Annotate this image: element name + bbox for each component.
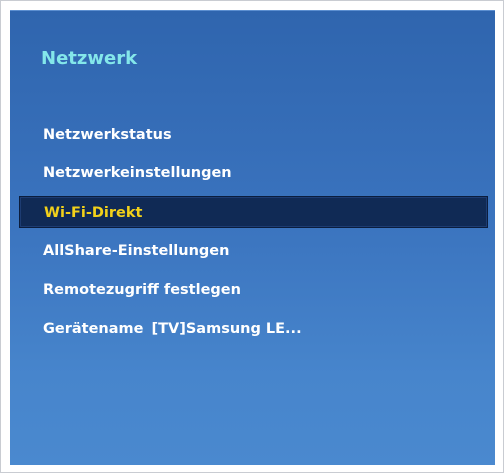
menu-item-label: Gerätename (43, 321, 144, 337)
menu-item-device-name[interactable]: Gerätename [TV]Samsung LE... (10, 313, 495, 345)
menu-item-label: Remotezugriff festlegen (43, 282, 241, 298)
screenshot-frame: Netzwerk Netzwerkstatus Netzwerkeinstell… (0, 0, 504, 473)
network-menu-panel: Netzwerk Netzwerkstatus Netzwerkeinstell… (10, 10, 495, 465)
menu-item-remote-access[interactable]: Remotezugriff festlegen (10, 274, 495, 306)
menu-item-network-status[interactable]: Netzwerkstatus (10, 119, 495, 151)
menu-item-label: Netzwerkeinstellungen (43, 165, 232, 181)
menu-title: Netzwerk (41, 48, 138, 69)
menu-item-network-settings[interactable]: Netzwerkeinstellungen (10, 157, 495, 189)
menu-item-value: [TV]Samsung LE... (151, 321, 302, 337)
menu-item-label: AllShare-Einstellungen (43, 243, 230, 259)
menu-item-allshare-settings[interactable]: AllShare-Einstellungen (10, 235, 495, 267)
menu-item-label: Netzwerkstatus (43, 127, 172, 143)
menu-item-wifi-direct[interactable]: Wi-Fi-Direkt (19, 196, 488, 228)
menu-item-label: Wi-Fi-Direkt (44, 205, 143, 221)
